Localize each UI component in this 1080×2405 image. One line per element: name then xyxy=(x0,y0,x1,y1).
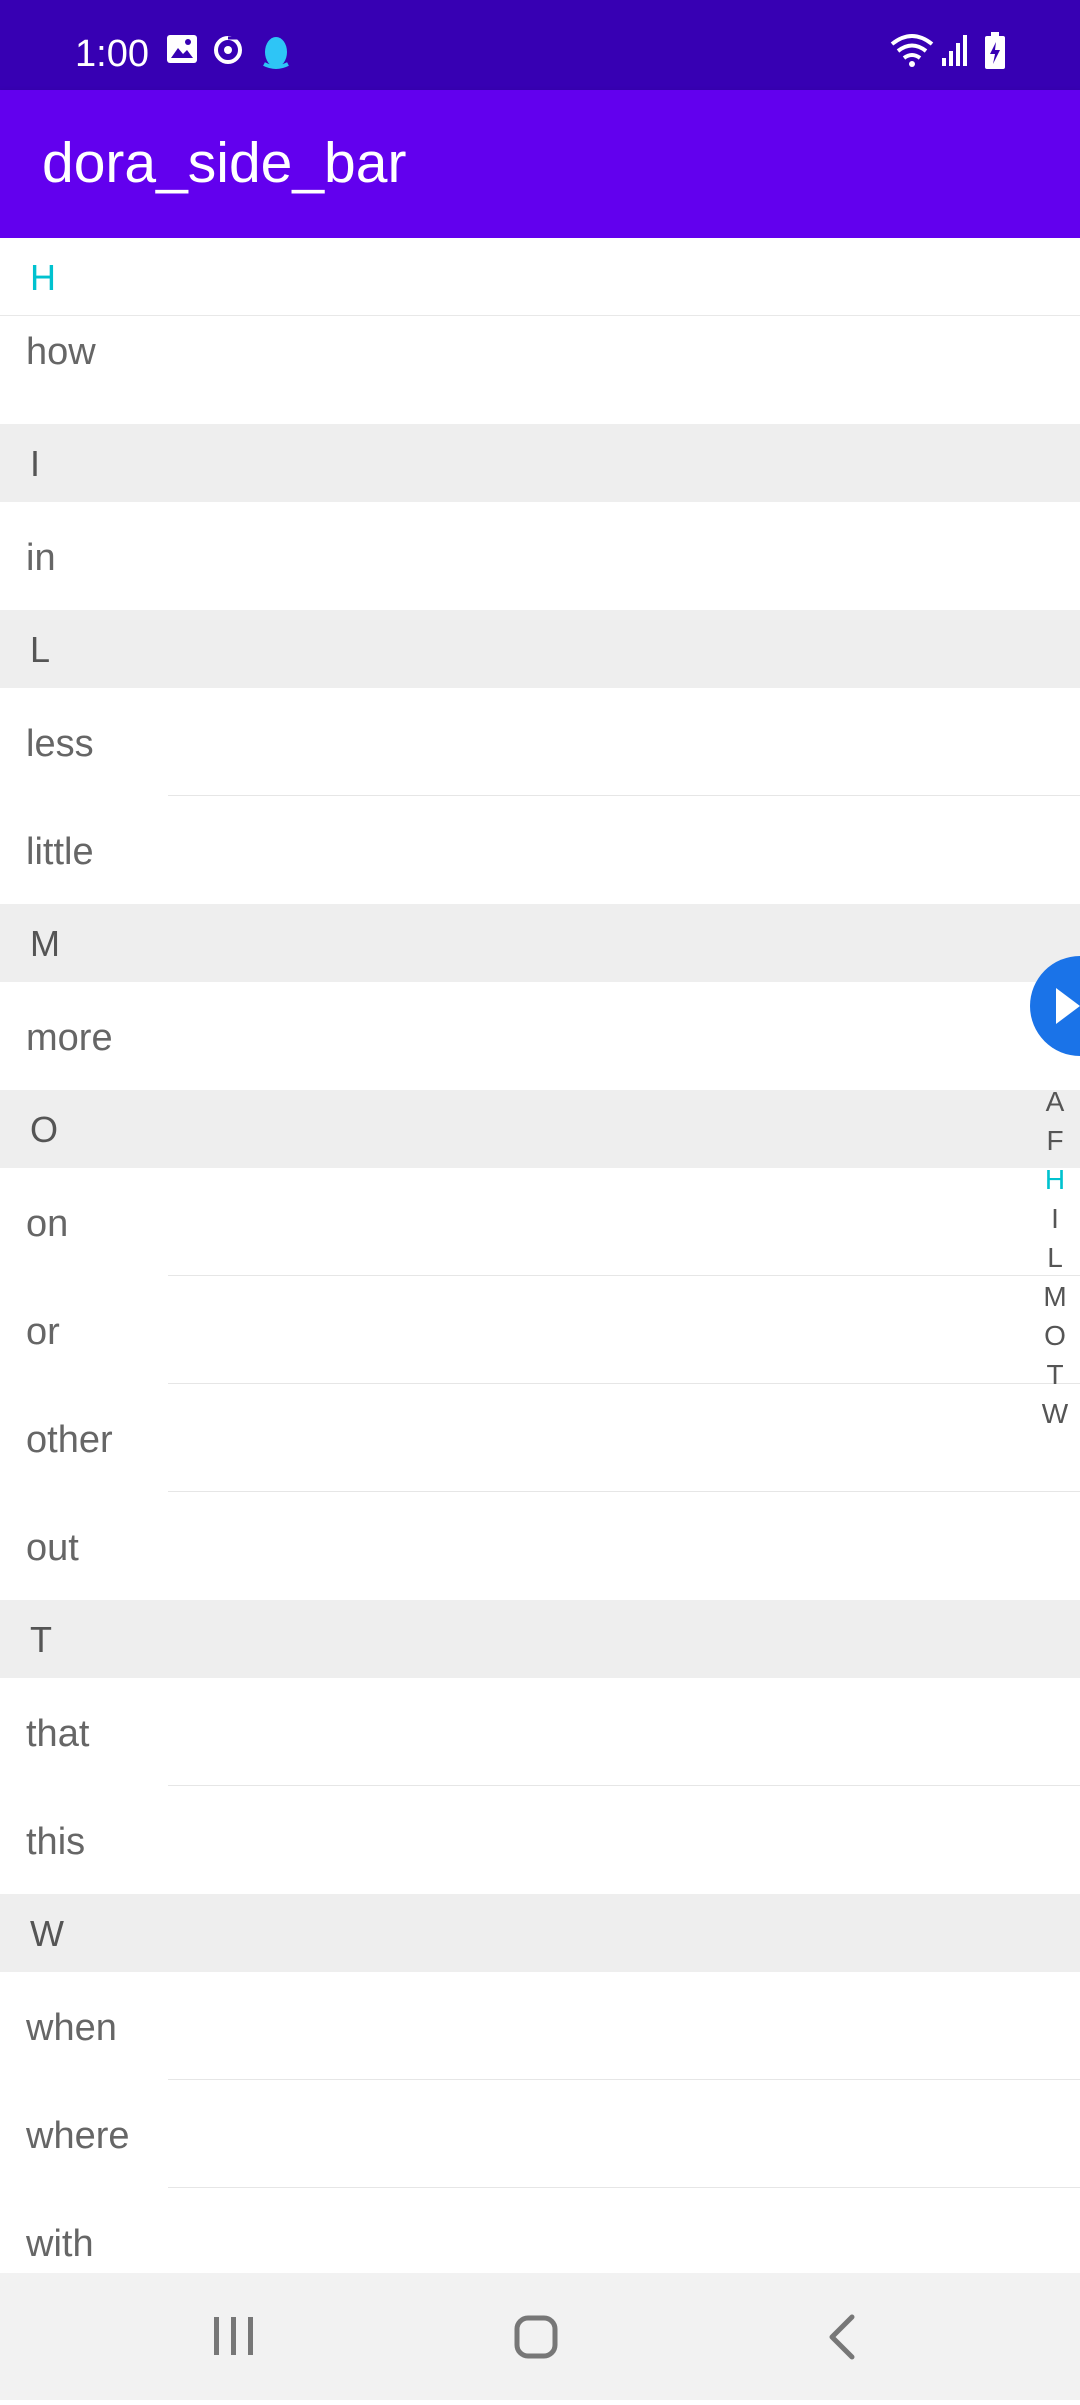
section-header: I xyxy=(0,424,1080,502)
list-item[interactable]: out xyxy=(0,1492,1080,1600)
list-item-label: or xyxy=(26,1311,60,1353)
side-index-letter-m[interactable]: M xyxy=(1040,1277,1070,1316)
list-item-label: more xyxy=(26,1017,113,1059)
back-icon xyxy=(829,2314,855,2360)
side-index-letter-w[interactable]: W xyxy=(1040,1394,1070,1433)
signal-icon xyxy=(940,32,970,73)
list-item[interactable]: where xyxy=(0,2080,1080,2188)
section-header: M xyxy=(0,904,1080,982)
section-header: O xyxy=(0,1090,1080,1168)
app-bar: dora_side_bar xyxy=(0,90,1080,238)
section-header: T xyxy=(0,1600,1080,1678)
section-letter: M xyxy=(30,923,60,964)
navigation-bar xyxy=(0,2273,1080,2400)
list-item-label: where xyxy=(26,2115,130,2157)
section-letter: O xyxy=(30,1109,59,1150)
back-button[interactable] xyxy=(780,2273,900,2400)
section-letter: W xyxy=(30,1913,64,1954)
play-icon xyxy=(1056,988,1080,1024)
list-item[interactable]: when xyxy=(0,1972,1080,2080)
list-item-label: less xyxy=(26,723,94,765)
section-letter: L xyxy=(30,629,51,670)
sync-icon xyxy=(212,34,244,71)
status-time: 1:00 xyxy=(75,33,149,75)
list-item[interactable]: on xyxy=(0,1168,1080,1276)
list-item[interactable]: in xyxy=(0,502,1080,610)
list-item-label: with xyxy=(26,2223,94,2265)
recents-button[interactable] xyxy=(174,2273,294,2400)
list-item[interactable]: this xyxy=(0,1786,1080,1894)
list-item[interactable]: less xyxy=(0,688,1080,796)
app-title: dora_side_bar xyxy=(42,131,407,195)
qq-penguin-icon xyxy=(260,34,292,75)
section-header: L xyxy=(0,610,1080,688)
side-index-letter-f[interactable]: F xyxy=(1040,1121,1070,1160)
list-item-label: when xyxy=(26,2007,117,2049)
list-item[interactable]: with xyxy=(0,2188,1080,2273)
list-item-label: this xyxy=(26,1821,86,1863)
side-index-letter-i[interactable]: I xyxy=(1040,1199,1070,1238)
section-letter: H xyxy=(30,257,56,298)
pinned-section-header: H xyxy=(0,238,1080,316)
side-index-letter-t[interactable]: T xyxy=(1040,1355,1070,1394)
list-item-label: in xyxy=(26,537,56,579)
home-button[interactable] xyxy=(476,2273,596,2400)
side-index-letter-l[interactable]: L xyxy=(1040,1238,1070,1277)
list-item[interactable]: or xyxy=(0,1276,1080,1384)
section-header: W xyxy=(0,1894,1080,1972)
image-icon xyxy=(166,34,198,69)
list-item-label: on xyxy=(26,1203,69,1245)
recents-icon xyxy=(214,2317,253,2355)
side-index-bar[interactable]: AFHILMOTW xyxy=(1040,1082,1070,1433)
list-item[interactable]: little xyxy=(0,796,1080,904)
home-icon xyxy=(514,2315,558,2359)
side-index-letter-a[interactable]: A xyxy=(1040,1082,1070,1121)
list-item-label: how xyxy=(26,331,96,373)
list-item[interactable]: how xyxy=(0,316,1080,424)
list-item-label: out xyxy=(26,1527,79,1569)
status-bar: 1:00 xyxy=(0,0,1080,90)
battery-charging-icon xyxy=(984,32,1006,75)
list-item-label: other xyxy=(26,1419,113,1461)
section-letter: I xyxy=(30,443,41,484)
word-list[interactable]: Hhow Iin Lless little Mmore Oon or other out Ttha… xyxy=(0,238,1080,2273)
side-index-letter-o[interactable]: O xyxy=(1040,1316,1070,1355)
list-item-label: that xyxy=(26,1713,90,1755)
list-item-label: little xyxy=(26,831,94,873)
side-index-letter-h[interactable]: H xyxy=(1040,1160,1070,1199)
list-item[interactable]: other xyxy=(0,1384,1080,1492)
list-item[interactable]: that xyxy=(0,1678,1080,1786)
wifi-icon xyxy=(890,32,934,73)
section-letter: T xyxy=(30,1619,52,1660)
list-item[interactable]: more xyxy=(0,982,1080,1090)
